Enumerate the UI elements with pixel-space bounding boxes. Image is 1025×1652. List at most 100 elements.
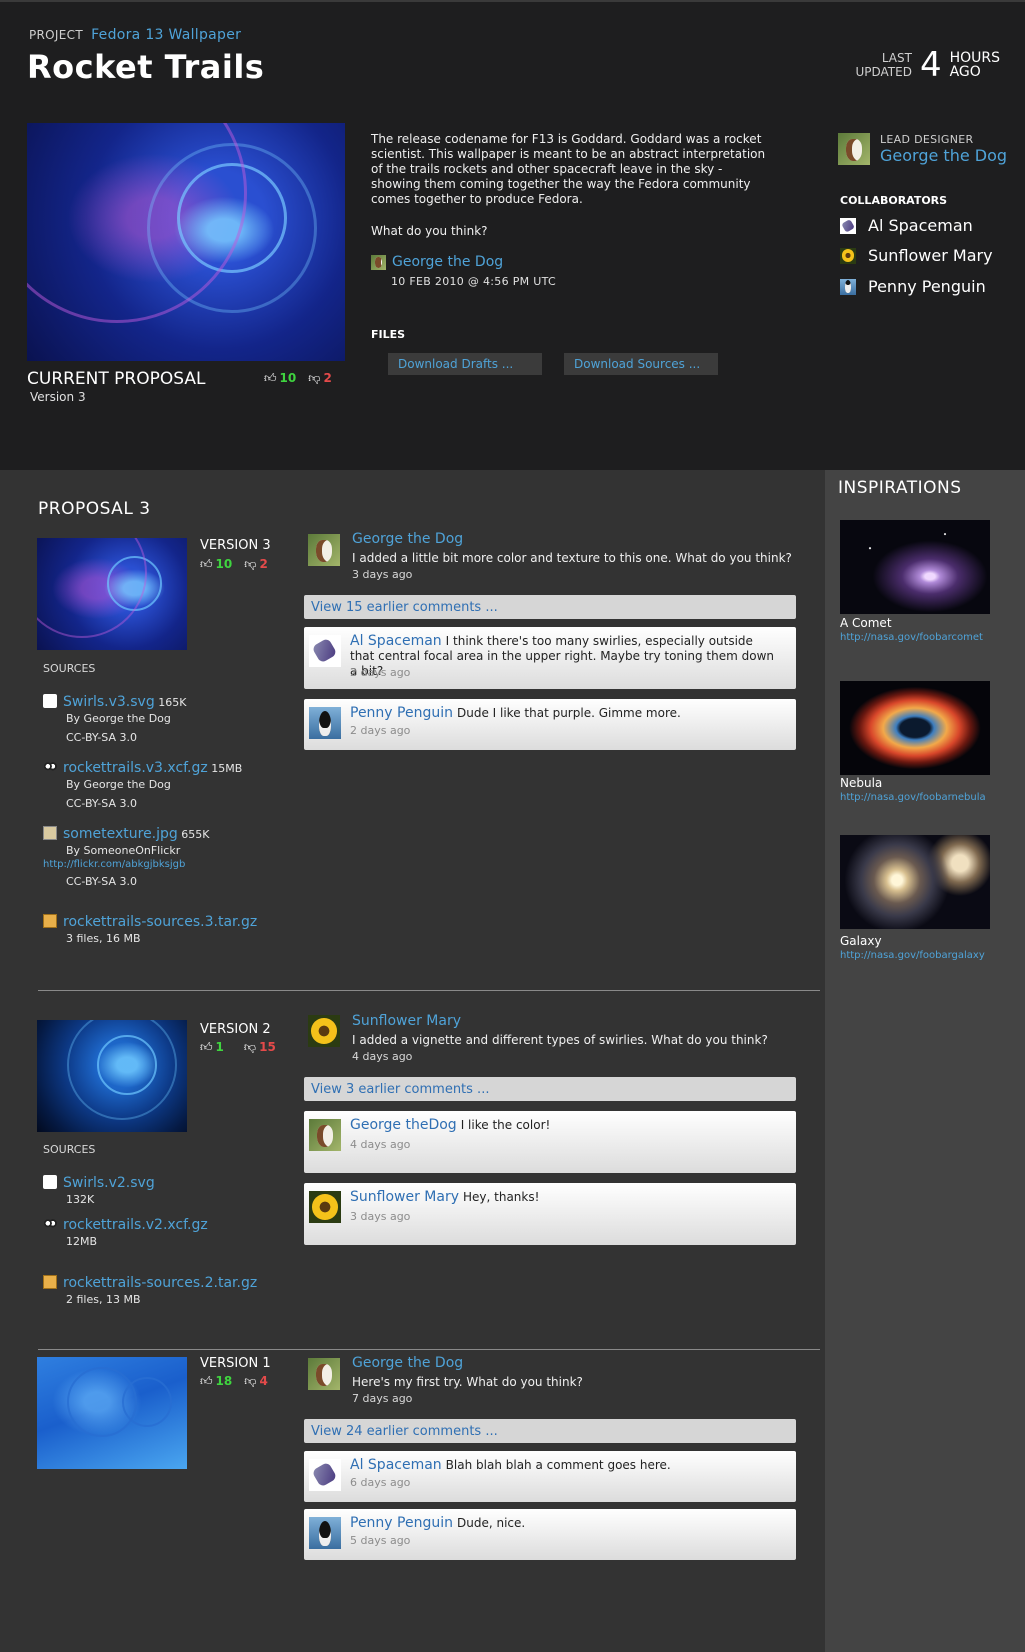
inspiration-caption: Nebula [840, 776, 883, 790]
avatar [308, 534, 340, 566]
proposal-title: PROPOSAL 3 [38, 499, 151, 519]
comment-text: Hey, thanks! [463, 1190, 540, 1204]
version-2-thumbnail[interactable] [37, 1020, 187, 1132]
version-1-thumbnail[interactable] [37, 1357, 187, 1469]
version-label: VERSION 1 [200, 1356, 271, 1371]
thumbs-down-icon: 👎︎ [308, 371, 321, 385]
current-proposal-version: Version 3 [30, 390, 86, 404]
comment-time: 4 days ago [350, 1138, 411, 1151]
gimp-file-icon [43, 760, 57, 774]
collaborator-name: Al Spaceman [868, 216, 973, 235]
download-sources-button[interactable]: Download Sources ... [564, 353, 718, 375]
inspiration-link[interactable]: http://nasa.gov/foobargalaxy [840, 950, 985, 961]
thumbs-down-icon: 👎︎ [244, 1374, 257, 1388]
upvote-button[interactable]: 👍︎ 10 [264, 371, 296, 386]
galaxy-image[interactable] [840, 835, 990, 929]
upvote-button[interactable]: 👍︎ 18 [200, 1374, 232, 1389]
proposal-description: The release codename for F13 is Goddard.… [371, 132, 766, 206]
image-file-icon [43, 826, 57, 840]
version-label: VERSION 2 [200, 1022, 271, 1037]
comment-text: I added a vignette and different types o… [352, 1033, 768, 1047]
comment-card: Al Spaceman I think there's too many swir… [304, 627, 796, 689]
files-heading: FILES [371, 328, 406, 341]
upvote-button[interactable]: 👍︎ 10 [200, 557, 232, 572]
upvote-button[interactable]: 👍︎ 1 [200, 1040, 224, 1055]
archive-link[interactable]: rockettrails-sources.2.tar.gz [63, 1275, 257, 1291]
lead-name-link[interactable]: George the Dog [880, 146, 1007, 165]
version-votes: 👍︎ 1 👎︎ 15 [200, 1040, 276, 1055]
comment-author-link[interactable]: Penny Penguin [350, 1515, 453, 1531]
source-file-link[interactable]: Swirls.v2.svg [63, 1175, 155, 1191]
last-updated-unit-1: HOURS [949, 50, 1000, 66]
comment-author-link[interactable]: Al Spaceman [350, 633, 442, 649]
avatar [309, 635, 341, 667]
source-file-link[interactable]: rockettrails.v3.xcf.gz [63, 760, 208, 776]
source-file-link[interactable]: rockettrails.v2.xcf.gz [63, 1217, 208, 1233]
sources-heading: SOURCES [43, 662, 96, 675]
comment-author-link[interactable]: George the Dog [352, 1355, 463, 1371]
source-file: rockettrails.v2.xcf.gz 12MB [43, 1217, 208, 1250]
comment-text: I added a little bit more color and text… [352, 551, 792, 565]
collaborator-item[interactable]: Sunflower Mary [840, 246, 993, 265]
inspiration-caption: Galaxy [840, 934, 882, 948]
inspiration-link[interactable]: http://nasa.gov/foobarnebula [840, 792, 986, 803]
comment-card: Sunflower Mary Hey, thanks! 3 days ago [304, 1183, 796, 1245]
avatar [309, 1459, 341, 1491]
source-archive: rockettrails-sources.2.tar.gz 2 files, 1… [43, 1275, 257, 1308]
sunflower-avatar-icon [840, 247, 856, 264]
comment-card: George theDog I like the color! 4 days ag… [304, 1111, 796, 1173]
comment-text: Blah blah blah a comment goes here. [445, 1458, 671, 1472]
source-file-link[interactable]: Swirls.v3.svg [63, 694, 155, 710]
version-divider [38, 1349, 820, 1350]
downvote-button[interactable]: 👎︎ 2 [244, 557, 268, 572]
collaborator-name: Penny Penguin [868, 277, 986, 296]
inspiration-link[interactable]: http://nasa.gov/foobarcomet [840, 632, 983, 643]
current-proposal-label: CURRENT PROPOSAL [27, 369, 206, 389]
view-earlier-comments-button[interactable]: View 24 earlier comments ... [304, 1419, 796, 1443]
version-comment: Sunflower Mary I added a vignette and di… [308, 1013, 798, 1065]
comment-card: Penny Penguin Dude I like that purple. Gi… [304, 699, 796, 750]
project-link[interactable]: Fedora 13 Wallpaper [91, 27, 241, 43]
comment-author-link[interactable]: George the Dog [352, 531, 463, 547]
version-divider [38, 990, 820, 991]
version-votes: 👍︎ 10 👎︎ 2 [200, 557, 268, 572]
view-earlier-comments-button[interactable]: View 15 earlier comments ... [304, 595, 796, 619]
proposal-question: What do you think? [371, 224, 488, 238]
last-updated-value: 4 [919, 45, 942, 85]
comet-image[interactable] [840, 520, 990, 614]
archive-icon [43, 1275, 57, 1289]
author-link[interactable]: George the Dog [392, 254, 503, 270]
avatar [309, 1119, 341, 1151]
source-file-link[interactable]: sometexture.jpg [63, 826, 178, 842]
comment-author-link[interactable]: Al Spaceman [350, 1457, 442, 1473]
archive-link[interactable]: rockettrails-sources.3.tar.gz [63, 914, 257, 930]
version-comment: George the Dog Here's my first try. What… [308, 1355, 798, 1407]
downvote-button[interactable]: 👎︎ 15 [244, 1040, 276, 1055]
version-3-thumbnail[interactable] [37, 538, 187, 650]
comment-time: 4 days ago [352, 1050, 413, 1063]
astronaut-avatar-icon [840, 217, 856, 234]
comment-author-link[interactable]: Sunflower Mary [352, 1013, 461, 1029]
comment-card: Penny Penguin Dude, nice. 5 days ago [304, 1509, 796, 1560]
last-updated: LAST UPDATED 4 HOURS AGO [855, 48, 1000, 82]
comment-author-link[interactable]: Sunflower Mary [350, 1189, 459, 1205]
lead-avatar [838, 133, 870, 165]
collaborator-item[interactable]: Penny Penguin [840, 277, 986, 296]
comment-time: 7 days ago [352, 1392, 413, 1405]
comment-text: Dude, nice. [457, 1516, 526, 1530]
svg-file-icon [43, 1175, 57, 1189]
view-earlier-comments-button[interactable]: View 3 earlier comments ... [304, 1077, 796, 1101]
avatar [308, 1015, 340, 1047]
downvote-button[interactable]: 👎︎ 4 [244, 1374, 268, 1389]
comment-author-link[interactable]: Penny Penguin [350, 705, 453, 721]
comment-card: Al Spaceman Blah blah blah a comment goes… [304, 1451, 796, 1502]
source-file: sometexture.jpg 655K By SomeoneOnFlickr … [43, 826, 210, 888]
downvote-button[interactable]: 👎︎ 2 [308, 371, 332, 386]
comment-author-link[interactable]: George theDog [350, 1117, 457, 1133]
current-proposal-image[interactable] [27, 123, 345, 361]
collaborators-heading: COLLABORATORS [840, 194, 948, 207]
nebula-image[interactable] [840, 681, 990, 775]
source-url-link[interactable]: http://flickr.com/abkgjbksjgb [43, 859, 210, 871]
collaborator-item[interactable]: Al Spaceman [840, 216, 973, 235]
download-drafts-button[interactable]: Download Drafts ... [388, 353, 542, 375]
